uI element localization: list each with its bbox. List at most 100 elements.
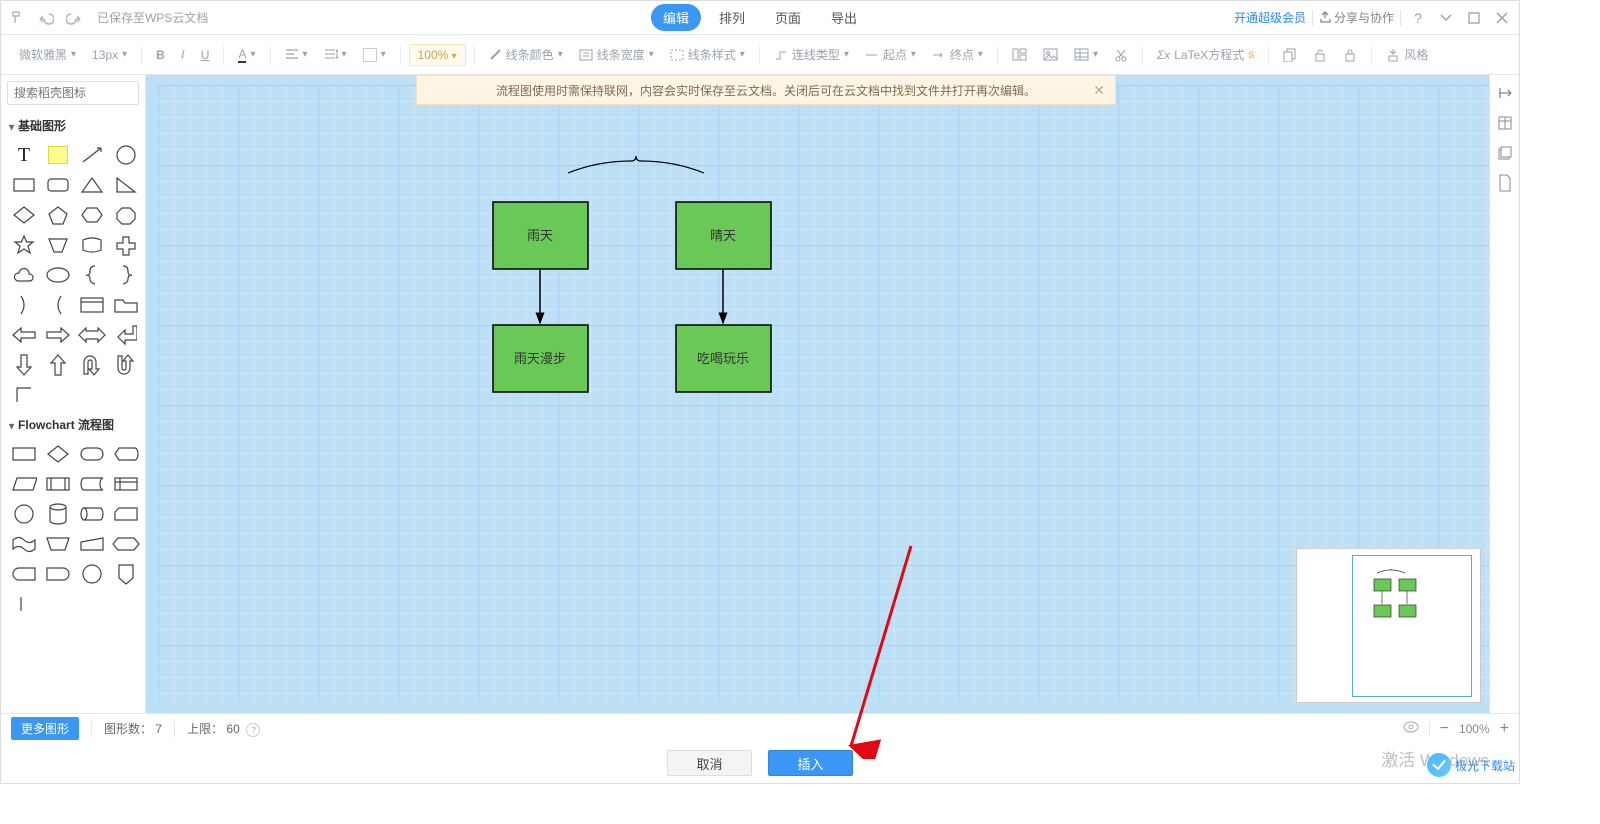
shape-bracket-right[interactable]	[9, 292, 39, 318]
shape-arrow-right[interactable]	[43, 322, 73, 348]
rail-layers-icon[interactable]	[1495, 143, 1515, 163]
fill-color-button[interactable]: ▾	[357, 46, 392, 64]
rail-arrow-icon[interactable]	[1495, 83, 1515, 103]
shape-curved-rect[interactable]	[77, 232, 107, 258]
layout-icon[interactable]	[1006, 46, 1033, 63]
fc-stored-data[interactable]	[77, 471, 107, 497]
rail-page-icon[interactable]	[1495, 173, 1515, 193]
shape-plus[interactable]	[111, 232, 141, 258]
shape-pentagon[interactable]	[43, 202, 73, 228]
more-shapes-button[interactable]: 更多图形	[11, 717, 79, 740]
line-spacing-button[interactable]: ▾	[318, 47, 353, 63]
grid-icon[interactable]: ▾	[1068, 46, 1104, 63]
shape-octagon[interactable]	[111, 202, 141, 228]
shape-note[interactable]	[43, 142, 73, 168]
shape-uturn-up[interactable]	[111, 352, 141, 378]
maximize-icon[interactable]	[1463, 7, 1485, 29]
fc-decision[interactable]	[43, 441, 73, 467]
end-point-button[interactable]: 终点▾	[926, 44, 989, 65]
shape-corner[interactable]	[9, 382, 39, 408]
underline-button[interactable]: U	[195, 46, 216, 64]
tab-page[interactable]: 页面	[763, 4, 813, 31]
fc-manual-op[interactable]	[43, 531, 73, 557]
shape-bracket-left[interactable]	[43, 292, 73, 318]
diagram-node-4[interactable]: 吃喝玩乐	[676, 325, 771, 392]
fc-manual-input[interactable]	[77, 531, 107, 557]
align-button[interactable]: ▾	[279, 47, 314, 63]
category-basic[interactable]: 基础图形	[1, 111, 145, 140]
line-style-button[interactable]: 线条样式▾	[664, 44, 751, 65]
banner-close-icon[interactable]: ✕	[1093, 82, 1105, 99]
close-icon[interactable]	[1491, 7, 1513, 29]
shape-arrow-left[interactable]	[9, 322, 39, 348]
fc-preparation[interactable]	[111, 531, 141, 557]
zoom-out-button[interactable]: −	[1440, 720, 1449, 738]
shape-arrow-both[interactable]	[77, 322, 107, 348]
fc-delay-left[interactable]	[9, 561, 39, 587]
search-input[interactable]	[8, 86, 146, 100]
minimap[interactable]	[1296, 548, 1481, 703]
shape-arrow-leftdown[interactable]	[111, 322, 141, 348]
fc-delay-right[interactable]	[43, 561, 73, 587]
connector-type-button[interactable]: 连线类型▾	[768, 44, 855, 65]
diagram-node-1[interactable]: 雨天	[493, 202, 588, 269]
style-button[interactable]: 风格	[1380, 44, 1434, 65]
fc-process[interactable]	[9, 441, 39, 467]
shape-diamond[interactable]	[9, 202, 39, 228]
font-size-select[interactable]: 13px▾	[86, 46, 133, 64]
fc-database[interactable]	[43, 501, 73, 527]
fc-offpage[interactable]	[111, 561, 141, 587]
canvas[interactable]: 流程图使用时需保持联网，内容会实时保存至云文档。关闭后可在云文档中找到文件并打开…	[146, 75, 1519, 713]
fc-summing[interactable]	[77, 561, 107, 587]
fc-connector[interactable]	[9, 501, 39, 527]
help-icon[interactable]: ?	[1407, 7, 1429, 29]
diagram-node-3[interactable]: 雨天漫步	[493, 325, 588, 392]
rail-layout-icon[interactable]	[1495, 113, 1515, 133]
fc-predefined[interactable]	[43, 471, 73, 497]
start-point-button[interactable]: 起点▾	[859, 44, 922, 65]
shape-ellipse[interactable]	[43, 262, 73, 288]
shape-line[interactable]	[77, 142, 107, 168]
member-link[interactable]: 开通超级会员	[1234, 9, 1306, 26]
redo-icon[interactable]	[63, 7, 85, 29]
zoom-in-button[interactable]: +	[1500, 720, 1509, 738]
copy-icon[interactable]	[1277, 46, 1303, 64]
help-icon[interactable]: ?	[246, 723, 260, 737]
zoom-value[interactable]: 100% ▾	[409, 44, 466, 66]
format-brush-icon[interactable]	[7, 7, 29, 29]
search-box[interactable]: 🔍	[7, 81, 139, 105]
shape-trapezoid-down[interactable]	[43, 232, 73, 258]
font-color-button[interactable]: A▾	[232, 45, 261, 65]
tab-arrange[interactable]: 排列	[707, 4, 757, 31]
fc-bracket[interactable]	[9, 591, 39, 617]
fc-data[interactable]	[9, 471, 39, 497]
fc-display[interactable]	[111, 441, 141, 467]
shape-cloud[interactable]	[9, 262, 39, 288]
fc-terminator[interactable]	[77, 441, 107, 467]
line-width-button[interactable]: 线条宽度▾	[573, 44, 660, 65]
cut-icon[interactable]	[1108, 46, 1134, 64]
image-icon[interactable]	[1037, 46, 1064, 63]
tab-edit[interactable]: 编辑	[651, 4, 701, 31]
lock-open-icon[interactable]	[1307, 46, 1333, 64]
fc-card[interactable]	[111, 501, 141, 527]
font-family-select[interactable]: 微软雅黑▾	[13, 44, 82, 65]
shape-circle[interactable]	[111, 142, 141, 168]
shape-brace-left[interactable]	[77, 262, 107, 288]
category-flowchart[interactable]: Flowchart 流程图	[1, 410, 145, 439]
tab-export[interactable]: 导出	[819, 4, 869, 31]
eye-icon[interactable]	[1403, 721, 1419, 736]
shape-brace-right[interactable]	[111, 262, 141, 288]
italic-button[interactable]: I	[175, 45, 191, 64]
fc-direct-data[interactable]	[77, 501, 107, 527]
insert-button[interactable]: 插入	[768, 750, 853, 776]
shape-arrow-up[interactable]	[43, 352, 73, 378]
lock-icon[interactable]	[1337, 46, 1363, 64]
line-color-button[interactable]: 线条颜色▾	[483, 44, 569, 65]
shape-arrow-down[interactable]	[9, 352, 39, 378]
shape-round-rect[interactable]	[43, 172, 73, 198]
shape-text[interactable]: T	[9, 142, 39, 168]
share-button[interactable]: 分享与协作	[1319, 9, 1394, 26]
shape-folder[interactable]	[111, 292, 141, 318]
fc-internal-storage[interactable]	[111, 471, 141, 497]
